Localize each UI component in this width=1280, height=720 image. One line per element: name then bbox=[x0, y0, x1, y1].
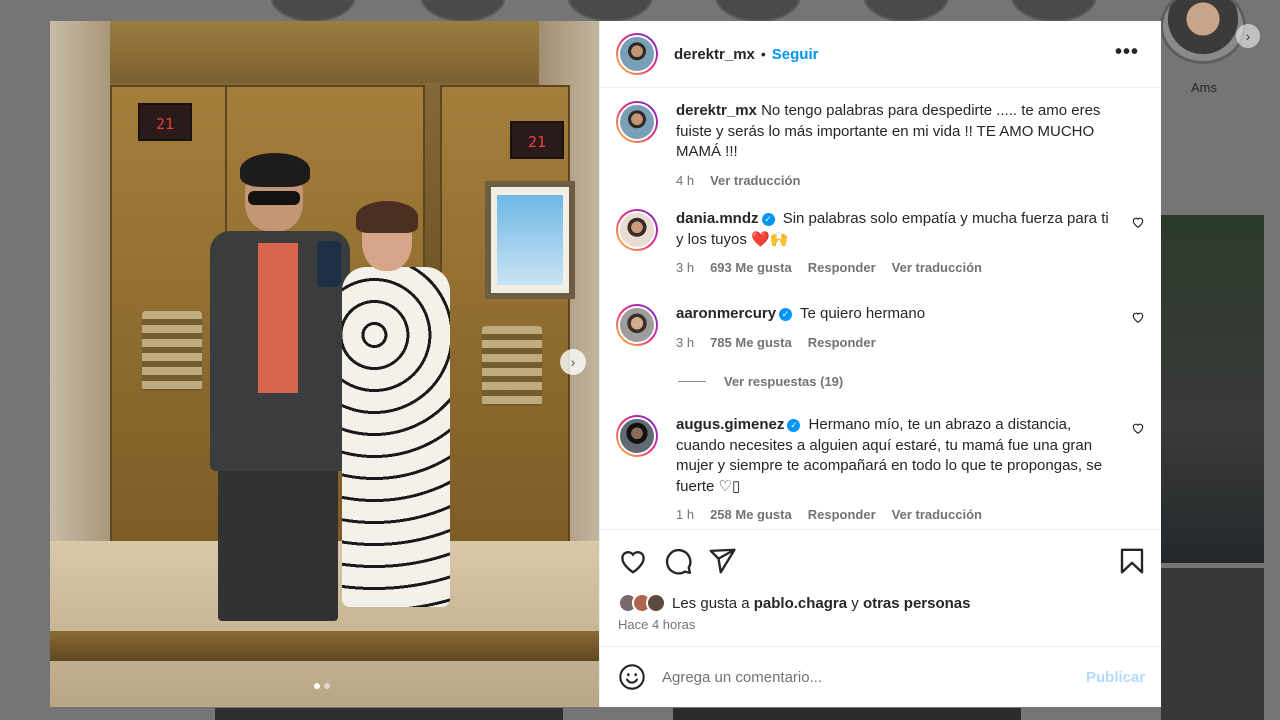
floor-display: 21 bbox=[510, 121, 564, 159]
translate-link[interactable]: Ver traducción bbox=[892, 260, 982, 275]
comment-likes[interactable]: 693 Me gusta bbox=[710, 260, 792, 275]
story-thumbnail[interactable] bbox=[715, 0, 801, 22]
elevator-buttons bbox=[482, 326, 542, 406]
view-replies-label: Ver respuestas (19) bbox=[724, 374, 844, 389]
elevator-wall bbox=[50, 21, 110, 561]
view-replies-button[interactable]: Ver respuestas (19) bbox=[678, 374, 1145, 389]
story-thumbnail[interactable] bbox=[270, 0, 356, 22]
post-side-panel: derektr_mx • Seguir ••• derektr_mx No te… bbox=[599, 21, 1161, 707]
send-icon[interactable] bbox=[707, 546, 737, 576]
comment-text: Te quiero hermano bbox=[799, 305, 926, 322]
commenter-avatar[interactable] bbox=[616, 209, 658, 251]
person-man bbox=[200, 153, 350, 621]
comment-item: dania.mndz ✓ Sin palabras solo empatía y … bbox=[616, 209, 1145, 304]
likes-summary[interactable]: Les gusta a pablo.chagra y otras persona… bbox=[618, 593, 970, 613]
story-avatar[interactable] bbox=[1160, 0, 1246, 64]
more-icon[interactable]: ••• bbox=[1115, 41, 1139, 64]
carousel-dot-active bbox=[314, 683, 320, 689]
person-woman bbox=[330, 201, 460, 621]
floor-display: 21 bbox=[138, 103, 192, 141]
reply-button[interactable]: Responder bbox=[808, 260, 876, 275]
comment-input[interactable] bbox=[662, 668, 1082, 686]
grid-thumbnail[interactable] bbox=[1161, 215, 1264, 563]
action-bar bbox=[600, 529, 1161, 589]
comment-item: augus.gimenez ✓ Hermano mío, te un abrazo… bbox=[616, 415, 1145, 525]
translate-link[interactable]: Ver traducción bbox=[710, 173, 800, 188]
caption: derektr_mx No tengo palabras para desped… bbox=[616, 101, 1145, 209]
story-thumbnail[interactable] bbox=[1011, 0, 1097, 22]
comment-item: aaronmercury ✓ Te quiero hermano 3 h 785 … bbox=[616, 304, 1145, 352]
liker-username[interactable]: pablo.chagra bbox=[754, 595, 847, 612]
post-timestamp[interactable]: Hace 4 horas bbox=[618, 617, 695, 632]
elevator-rail bbox=[50, 631, 599, 661]
author-avatar[interactable] bbox=[616, 33, 658, 75]
comment-username[interactable]: dania.mndz bbox=[676, 210, 759, 227]
verified-badge-icon: ✓ bbox=[779, 308, 793, 321]
comment-username[interactable]: aaronmercury bbox=[676, 305, 776, 322]
comment-emoji: ❤️🙌 bbox=[751, 230, 789, 248]
elevator-poster bbox=[485, 181, 575, 299]
bookmark-icon[interactable] bbox=[1117, 546, 1147, 576]
post-header: derektr_mx • Seguir ••• bbox=[600, 21, 1161, 88]
post-image: 21 21 › bbox=[50, 21, 599, 707]
comment-emoji: ♡▯ bbox=[718, 477, 741, 495]
chevron-right-icon[interactable]: › bbox=[1236, 24, 1260, 48]
commenter-avatar[interactable] bbox=[616, 415, 658, 457]
comment-time[interactable]: 4 h bbox=[676, 173, 694, 188]
elevator-ceiling bbox=[100, 21, 550, 83]
reply-button[interactable]: Responder bbox=[808, 507, 876, 522]
comment-time[interactable]: 3 h bbox=[676, 260, 694, 275]
commenter-avatar[interactable] bbox=[616, 304, 658, 346]
story-thumbnail[interactable] bbox=[567, 0, 653, 22]
story-thumbnail[interactable] bbox=[863, 0, 949, 22]
follow-button[interactable]: Seguir bbox=[772, 46, 819, 63]
reply-button[interactable]: Responder bbox=[808, 335, 876, 350]
chevron-right-icon[interactable]: › bbox=[560, 349, 586, 375]
comment-time[interactable]: 1 h bbox=[676, 507, 694, 522]
grid-thumbnail[interactable] bbox=[673, 708, 1021, 720]
comments-list[interactable]: derektr_mx No tengo palabras para desped… bbox=[600, 89, 1161, 529]
translate-link[interactable]: Ver traducción bbox=[892, 507, 982, 522]
liker-avatar bbox=[646, 593, 666, 613]
elevator-buttons bbox=[142, 311, 202, 391]
story-thumbnail[interactable] bbox=[420, 0, 506, 22]
carousel-dot bbox=[324, 683, 330, 689]
likes-prefix: Les gusta a bbox=[672, 594, 750, 612]
other-likers-link[interactable]: otras personas bbox=[863, 595, 971, 612]
publish-button[interactable]: Publicar bbox=[1086, 669, 1145, 686]
comment-icon[interactable] bbox=[663, 546, 693, 576]
story-username[interactable]: Ams bbox=[1191, 80, 1217, 95]
heart-icon[interactable] bbox=[618, 546, 648, 576]
comment-time[interactable]: 3 h bbox=[676, 335, 694, 350]
carousel-dots bbox=[314, 683, 330, 689]
likes-connector: y bbox=[851, 594, 859, 612]
comment-username[interactable]: augus.gimenez bbox=[676, 416, 784, 433]
comment-likes[interactable]: 785 Me gusta bbox=[710, 335, 792, 350]
author-avatar[interactable] bbox=[616, 101, 658, 143]
verified-badge-icon: ✓ bbox=[761, 213, 775, 226]
post-modal: 21 21 › derektr_mx • Seguir ••• derektr_… bbox=[50, 21, 1161, 707]
grid-thumbnail[interactable] bbox=[215, 708, 563, 720]
comment-username[interactable]: derektr_mx bbox=[676, 102, 757, 119]
grid-thumbnail[interactable] bbox=[1161, 568, 1264, 720]
heart-icon[interactable] bbox=[1131, 215, 1145, 229]
separator-dot: • bbox=[760, 46, 766, 62]
verified-badge-icon: ✓ bbox=[787, 419, 801, 432]
replies-divider bbox=[678, 381, 706, 382]
heart-icon[interactable] bbox=[1131, 421, 1145, 435]
comment-composer: Publicar bbox=[600, 646, 1161, 707]
comment-likes[interactable]: 258 Me gusta bbox=[710, 507, 792, 522]
heart-icon[interactable] bbox=[1131, 310, 1145, 324]
author-username[interactable]: derektr_mx bbox=[674, 46, 755, 63]
emoji-icon[interactable] bbox=[618, 663, 646, 691]
